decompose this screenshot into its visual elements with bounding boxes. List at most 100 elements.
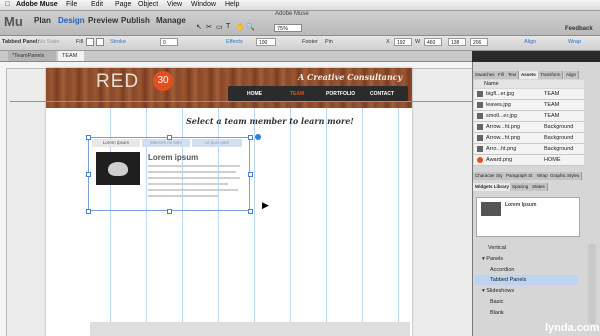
menu-edit[interactable]: Edit (91, 1, 103, 8)
widget-item-vertical[interactable]: Vertical (474, 243, 578, 253)
asset-row[interactable]: leaves.jpg TEAM (474, 100, 584, 111)
stroke-label[interactable]: Stroke (110, 39, 126, 45)
zoom-tool-icon[interactable]: 🔍 (246, 23, 255, 31)
mode-preview[interactable]: Preview (88, 16, 118, 25)
panel-tab-2[interactable]: Maecen mi sem (142, 139, 190, 147)
footer-checkbox[interactable]: Footer (302, 39, 318, 45)
menu-app-name[interactable]: Adobe Muse (16, 1, 58, 8)
nav-home[interactable]: HOME (247, 91, 262, 97)
doc-tab-teampanels[interactable]: *TeamPanels (8, 51, 56, 61)
widget-options-icon[interactable] (255, 134, 261, 140)
resize-handle[interactable] (86, 209, 91, 214)
menu-file[interactable]: File (66, 1, 77, 8)
resize-handle[interactable] (86, 135, 91, 140)
tab-transform[interactable]: Transform (538, 71, 564, 79)
panel-content-title: Lorem ipsum (148, 153, 199, 162)
apple-icon[interactable]:  (5, 1, 10, 8)
fill-label[interactable]: Fill (76, 39, 83, 45)
column-guide (326, 108, 327, 336)
arrow-icon (477, 124, 483, 130)
feedback-link[interactable]: Feedback (565, 26, 593, 32)
expand-triangle-icon[interactable]: ▾ (482, 288, 485, 294)
assets-name-column[interactable]: Name (484, 80, 499, 88)
crop-tool-icon[interactable]: ✂ (206, 23, 212, 31)
resize-handle[interactable] (167, 209, 172, 214)
pin-label[interactable]: Pin (325, 39, 333, 45)
asset-row[interactable]: Arrow...ht.png Background (474, 122, 584, 133)
column-guide (362, 108, 363, 336)
menu-help[interactable]: Help (225, 1, 239, 8)
tab-widgets-library[interactable]: Widgets Library (473, 183, 512, 191)
asset-row[interactable]: Award.png HOME (474, 155, 584, 166)
nav-team[interactable]: TEAM (290, 91, 304, 97)
fill-swatch-icon[interactable] (86, 38, 94, 46)
resize-handle[interactable] (167, 135, 172, 140)
tab-assets[interactable]: Assets (519, 71, 539, 79)
tab-states[interactable]: States (530, 183, 548, 191)
widget-item-basic[interactable]: Basic (474, 297, 578, 307)
stroke-color-icon[interactable] (96, 38, 104, 46)
resize-handle[interactable] (248, 135, 253, 140)
widget-item-tabbed-panels[interactable]: Tabbed Panels (474, 275, 578, 285)
menu-window[interactable]: Window (191, 1, 216, 8)
asset-row[interactable]: Arro...ht.png Background (474, 144, 584, 155)
window-title: Adobe Muse (275, 11, 309, 17)
mode-manage[interactable]: Manage (156, 16, 186, 25)
resize-handle[interactable] (86, 172, 91, 177)
x-field[interactable]: 192 (394, 38, 412, 46)
mode-publish[interactable]: Publish (121, 16, 150, 25)
hand-tool-icon[interactable]: ✋ (236, 23, 245, 31)
page-tab-team[interactable]: TEAM (58, 51, 84, 61)
align-label[interactable]: Align (524, 39, 536, 45)
guide-line[interactable] (10, 101, 472, 102)
text-line (148, 195, 218, 197)
h-field[interactable]: 206 (470, 38, 488, 46)
widget-group-panels[interactable]: ▾ Panels (474, 254, 578, 264)
asset-row[interactable]: smoll...er.jpg TEAM (474, 111, 584, 122)
tab-graphic-styles[interactable]: Graphic Styles (548, 172, 583, 180)
resize-handle[interactable] (248, 172, 253, 177)
selection-tool-icon[interactable]: ↖ (196, 23, 202, 31)
asset-row[interactable]: bigfl...er.jpg TEAM (474, 89, 584, 100)
state-dropdown[interactable]: No State (38, 39, 59, 45)
tools-group: ↖ ✂ ▭ T ✋ 🔍 (196, 23, 266, 31)
panel-tab-1[interactable]: Lorem Ipsum (92, 139, 140, 147)
arrow-icon (477, 135, 483, 141)
zoom-select[interactable]: 75% (274, 24, 302, 32)
tab-paragraph-styles[interactable]: Paragraph St (504, 172, 536, 180)
column-guide (254, 108, 255, 336)
menu-view[interactable]: View (167, 1, 182, 8)
mode-design[interactable]: Design (58, 16, 85, 25)
panel-scrollbar[interactable] (588, 244, 596, 324)
tab-character-styles[interactable]: Character Sty (473, 172, 506, 180)
expand-triangle-icon[interactable]: ▾ (482, 256, 485, 262)
vertical-ruler[interactable] (0, 68, 7, 336)
wrap-label[interactable]: Wrap (568, 39, 581, 45)
y-field[interactable]: 138 (448, 38, 466, 46)
menu-object[interactable]: Object (138, 1, 158, 8)
panel-tab-3[interactable]: Ut quis ante (192, 139, 242, 147)
nav-portfolio[interactable]: PORTFOLIO (326, 91, 355, 97)
widget-item-blank[interactable]: Blank (474, 308, 578, 318)
selection-label: Tabbed Panel: (2, 39, 40, 45)
mode-plan[interactable]: Plan (34, 16, 51, 25)
tab-spacing[interactable]: Spacing (510, 183, 532, 191)
rectangle-tool-icon[interactable]: ▭ (216, 23, 223, 31)
menu-page[interactable]: Page (115, 1, 131, 8)
tab-text[interactable]: Text (506, 71, 520, 79)
opacity-field[interactable]: 100 (256, 38, 276, 46)
muse-logo: Mu (4, 14, 23, 29)
assets-header: Name (474, 80, 584, 88)
tab-align[interactable]: Align (564, 71, 580, 79)
widget-item-accordion[interactable]: Accordion (474, 265, 578, 275)
widget-group-slideshows[interactable]: ▾ Slideshows (474, 286, 578, 296)
tab-swatches[interactable]: Swatches (473, 71, 498, 79)
w-field[interactable]: 460 (424, 38, 442, 46)
resize-handle[interactable] (248, 209, 253, 214)
stroke-width-field[interactable]: 0 (160, 38, 178, 46)
effects-label[interactable]: Effects (226, 39, 243, 45)
nav-contact[interactable]: CONTACT (370, 91, 394, 97)
asset-row[interactable]: Arrow...ht.png Background (474, 133, 584, 144)
text-tool-icon[interactable]: T (226, 23, 230, 30)
text-line (148, 189, 238, 191)
